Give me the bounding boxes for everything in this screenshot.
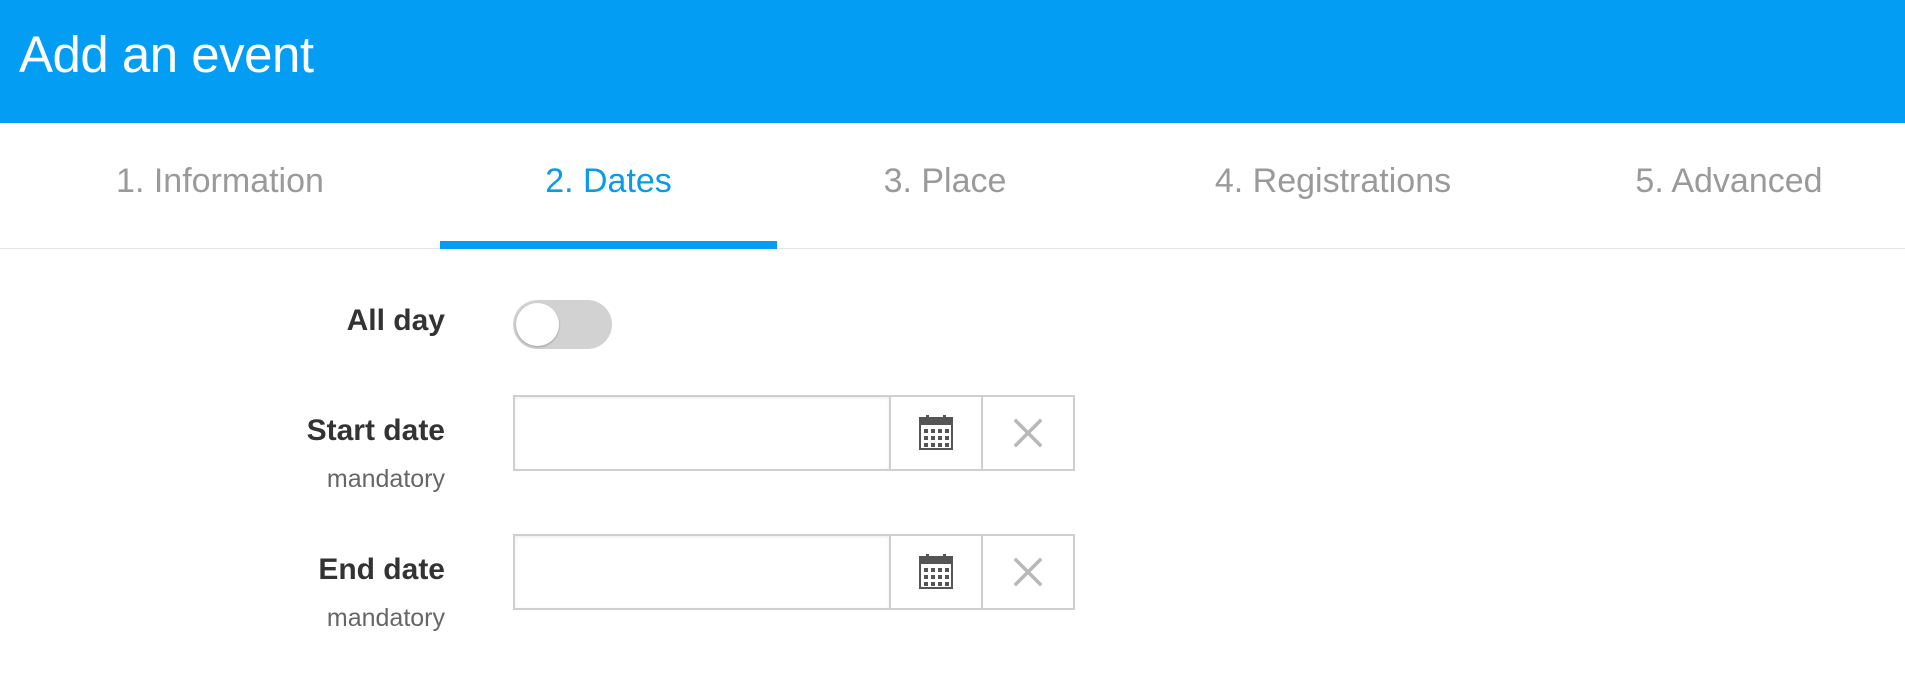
page-title: Add an event [19,26,314,83]
tab-dates[interactable]: 2. Dates [440,123,777,249]
tab-label: 5. Advanced [1635,162,1823,200]
app-header: Add an event [0,0,1905,123]
tab-registrations[interactable]: 4. Registrations [1113,123,1553,248]
clear-icon [1013,418,1043,448]
tab-label: 3. Place [883,162,1007,200]
tab-label: 1. Information [116,162,324,200]
all-day-label: All day [346,304,445,337]
tab-label: 4. Registrations [1214,162,1452,200]
start-date-group [513,395,1075,471]
end-date-label: End date [318,553,445,586]
all-day-toggle[interactable] [513,300,612,349]
start-date-input[interactable] [513,395,891,471]
end-date-input[interactable] [513,534,891,610]
start-date-label: Start date [306,414,445,447]
clear-icon [1013,557,1043,587]
start-date-clear-button[interactable] [983,395,1075,471]
tab-label: 2. Dates [545,162,672,200]
tab-advanced[interactable]: 5. Advanced [1553,123,1905,248]
start-date-mandatory: mandatory [326,465,445,493]
calendar-icon [918,554,954,590]
end-date-calendar-button[interactable] [891,534,983,610]
toggle-knob [516,303,559,346]
end-date-mandatory: mandatory [326,604,445,632]
end-date-clear-button[interactable] [983,534,1075,610]
start-date-calendar-button[interactable] [891,395,983,471]
wizard-tabs: 1. Information 2. Dates 3. Place 4. Regi… [0,123,1905,249]
calendar-icon [918,415,954,451]
tab-information[interactable]: 1. Information [0,123,440,248]
end-date-group [513,534,1075,610]
tab-place[interactable]: 3. Place [777,123,1113,248]
